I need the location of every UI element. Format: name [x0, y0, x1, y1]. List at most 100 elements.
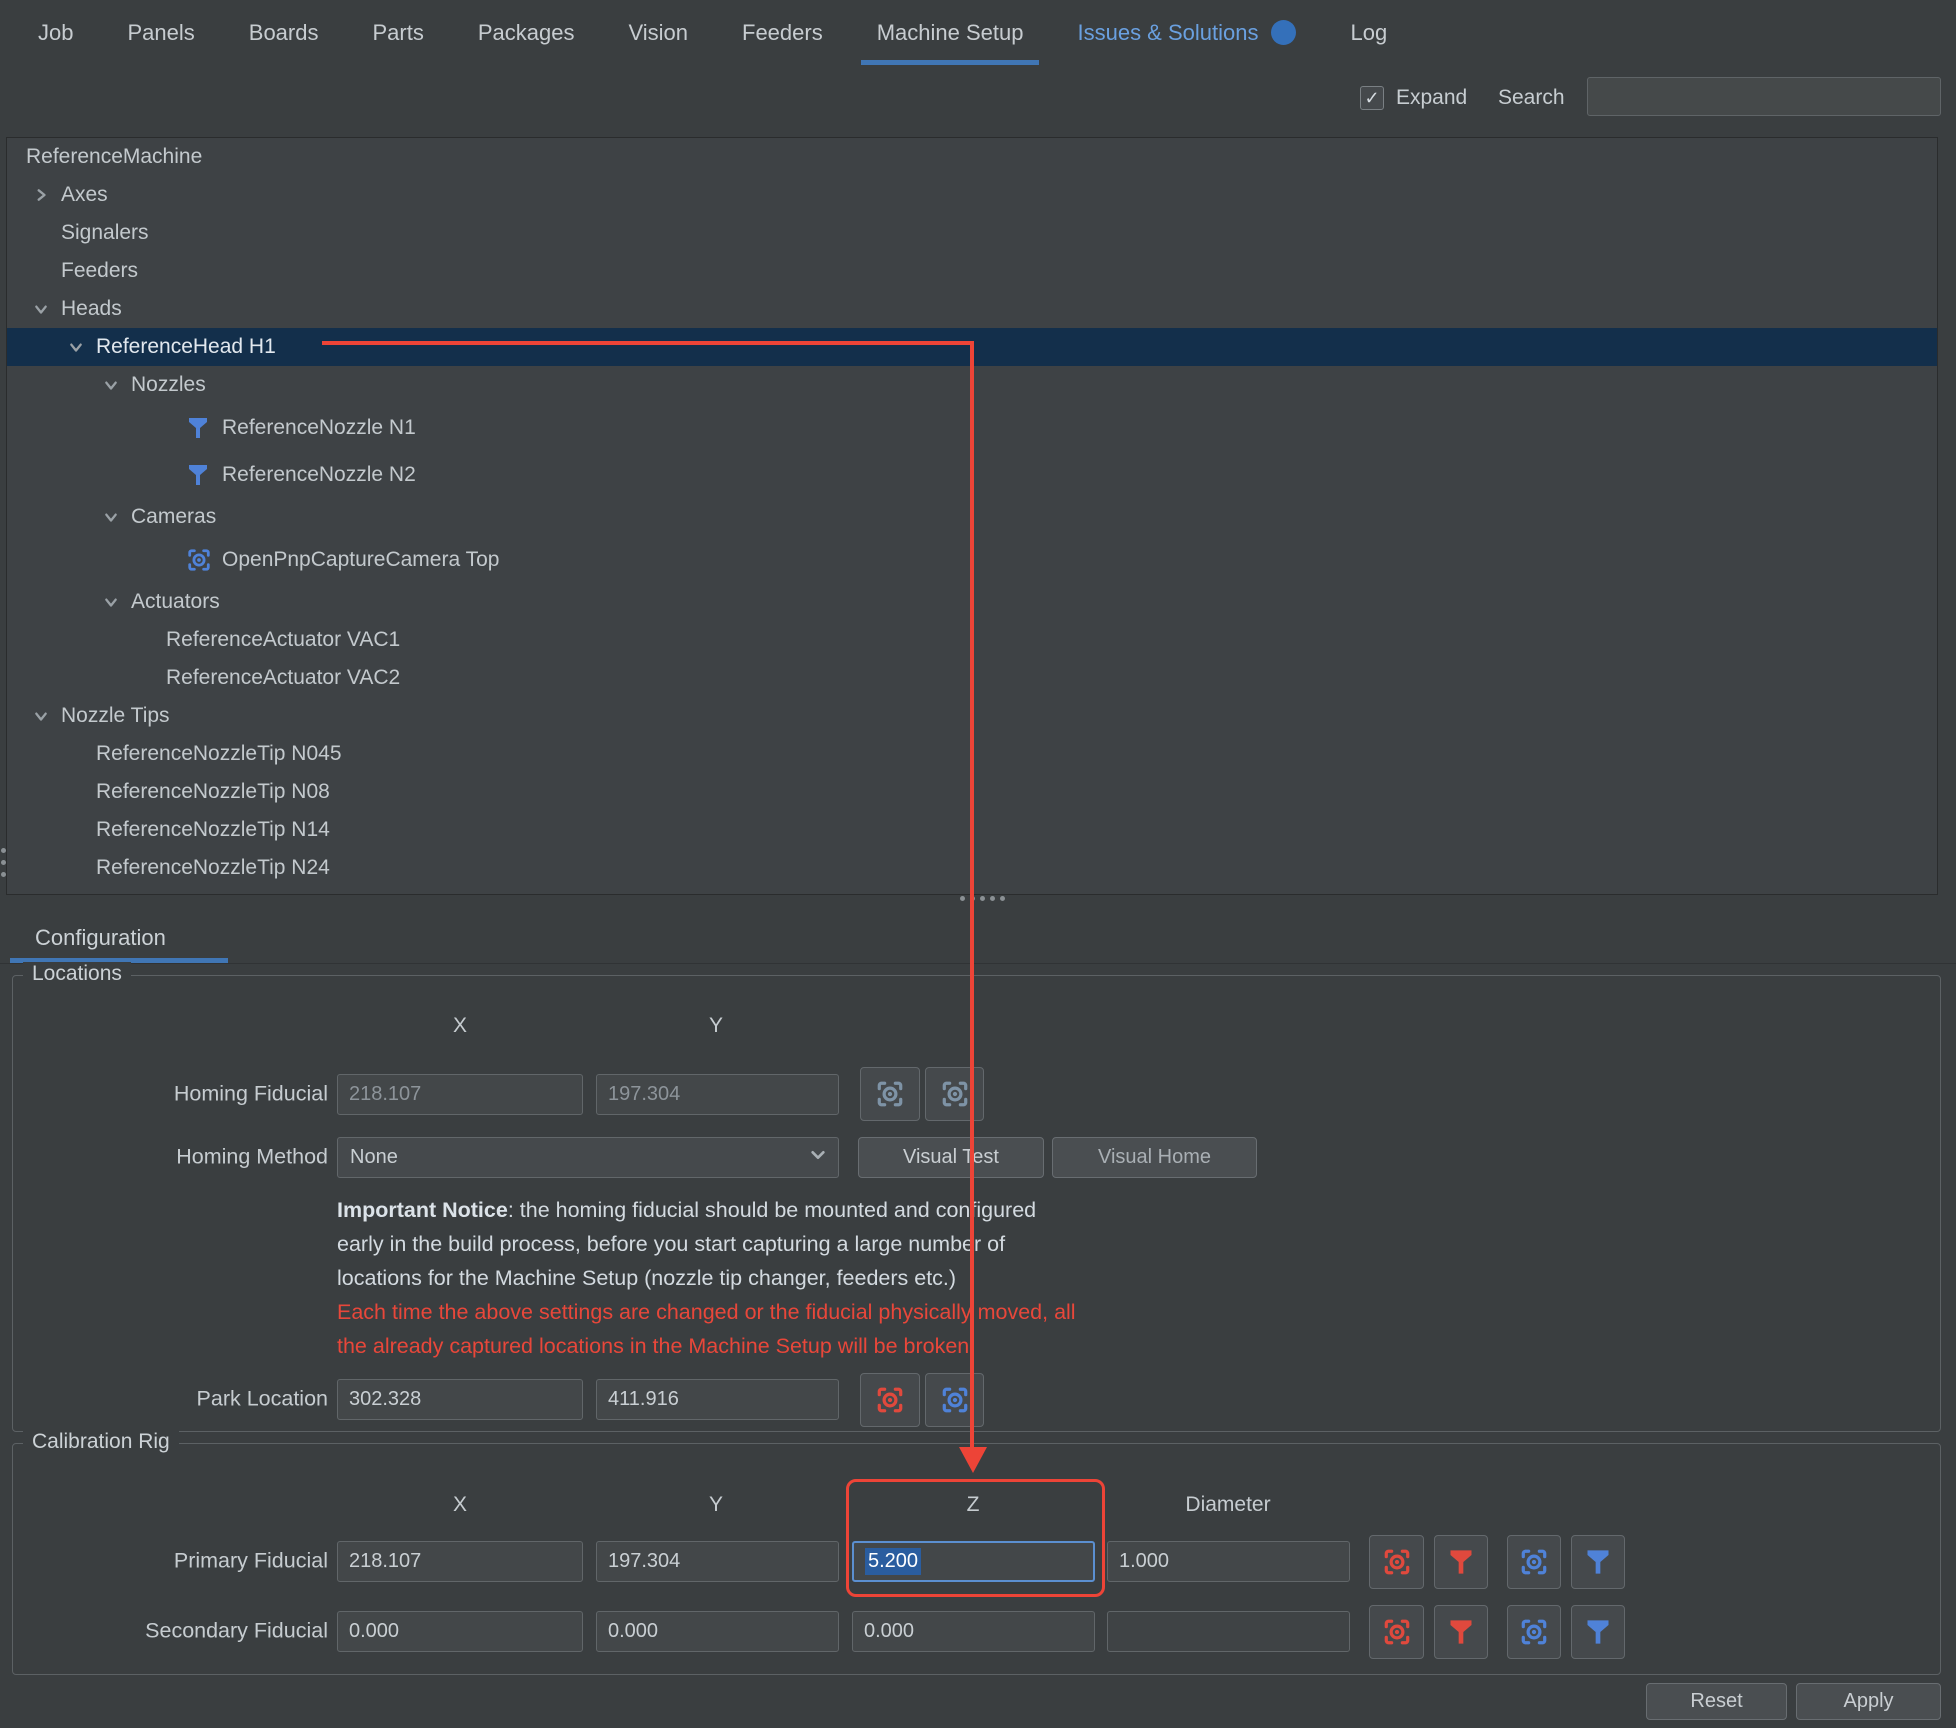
tree-item-referencenozzletip-n24[interactable]: ReferenceNozzleTip N24: [7, 849, 1937, 887]
primary-move-nozzle-button[interactable]: [1571, 1535, 1625, 1589]
tab-issues-solutions[interactable]: Issues & Solutions: [1061, 0, 1312, 65]
main-menubar: Job Panels Boards Parts Packages Vision Feeder…: [0, 0, 1956, 65]
chevron-down-icon[interactable]: [34, 709, 61, 723]
horizontal-splitter-grip[interactable]: [960, 896, 1005, 901]
search-input[interactable]: [1587, 77, 1941, 116]
tree-item-referencenozzle-n2[interactable]: ReferenceNozzle N2: [7, 451, 1937, 498]
apply-button[interactable]: Apply: [1796, 1683, 1941, 1720]
homing-method-dropdown[interactable]: None: [337, 1137, 839, 1178]
primary-fiducial-z-field[interactable]: 5.200: [852, 1541, 1095, 1582]
tree-item-axes[interactable]: Axes: [7, 176, 1937, 214]
tree-item-signalers[interactable]: Signalers: [7, 214, 1937, 252]
tree-item-actuators[interactable]: Actuators: [7, 583, 1937, 621]
tree-item-label: Cameras: [131, 505, 216, 529]
primary-fiducial-x-value: 218.107: [349, 1550, 421, 1573]
park-location-x-field[interactable]: 302.328: [337, 1379, 583, 1420]
secondary-fiducial-x-field[interactable]: 0.000: [337, 1611, 583, 1652]
secondary-fiducial-z-field[interactable]: 0.000: [852, 1611, 1095, 1652]
tree-item-referencehead-h1[interactable]: ReferenceHead H1: [7, 328, 1937, 366]
primary-move-camera-button[interactable]: [1507, 1535, 1561, 1589]
camera-icon: [186, 545, 212, 575]
tree-item-label: Axes: [61, 183, 108, 207]
park-location-y-field[interactable]: 411.916: [596, 1379, 839, 1420]
notice-line3: locations for the Machine Setup (nozzle …: [337, 1261, 1076, 1295]
capture-camera-icon: [875, 1079, 905, 1109]
tab-label: Log: [1350, 20, 1387, 46]
tab-vision[interactable]: Vision: [612, 0, 704, 65]
nozzle-icon: [186, 463, 212, 487]
tree-item-referenceactuator-vac1[interactable]: ReferenceActuator VAC1: [7, 621, 1937, 659]
tree-item-referencenozzle-n1[interactable]: ReferenceNozzle N1: [7, 404, 1937, 451]
machine-tree: ReferenceMachine Axes SignalersFeedersHead…: [6, 137, 1938, 895]
reset-button[interactable]: Reset: [1646, 1683, 1787, 1720]
tree-item-referencenozzletip-n08[interactable]: ReferenceNozzleTip N08: [7, 773, 1937, 811]
homing-fiducial-move-camera-button[interactable]: [925, 1067, 984, 1121]
tree-item-referenceactuator-vac2[interactable]: ReferenceActuator VAC2: [7, 659, 1937, 697]
homing-fiducial-x-field[interactable]: 218.107: [337, 1074, 583, 1115]
expand-checkbox[interactable]: ✓: [1360, 86, 1384, 110]
secondary-move-nozzle-button[interactable]: [1571, 1605, 1625, 1659]
tab-feeders[interactable]: Feeders: [726, 0, 839, 65]
tree-item-referencenozzletip-n045[interactable]: ReferenceNozzleTip N045: [7, 735, 1937, 773]
secondary-move-camera-button[interactable]: [1507, 1605, 1561, 1659]
capture-nozzle-z-icon: [1447, 1548, 1475, 1576]
tree-item-nozzle-tips[interactable]: Nozzle Tips: [7, 697, 1937, 735]
homing-fiducial-capture-camera-button[interactable]: [860, 1067, 920, 1121]
tree-item-heads[interactable]: Heads: [7, 290, 1937, 328]
tree-item-referencemachine[interactable]: ReferenceMachine: [7, 138, 1937, 176]
tab-packages[interactable]: Packages: [462, 0, 591, 65]
tree-item-cameras[interactable]: Cameras: [7, 498, 1937, 536]
park-capture-position-button[interactable]: [860, 1373, 920, 1427]
park-move-to-position-button[interactable]: [925, 1373, 984, 1427]
move-camera-icon: [940, 1079, 970, 1109]
tree-item-label: ReferenceNozzle N2: [222, 463, 416, 487]
secondary-fiducial-y-field[interactable]: 0.000: [596, 1611, 839, 1652]
chevron-down-icon[interactable]: [34, 302, 61, 316]
notice-warning-line1: Each time the above settings are changed…: [337, 1295, 1076, 1329]
calibration-rig-legend: Calibration Rig: [23, 1430, 179, 1454]
primary-capture-nozzle-z-button[interactable]: [1434, 1535, 1488, 1589]
tab-log[interactable]: Log: [1334, 0, 1403, 65]
primary-fiducial-y-field[interactable]: 197.304: [596, 1541, 839, 1582]
secondary-capture-camera-z-button[interactable]: [1369, 1605, 1424, 1659]
tree-item-feeders[interactable]: Feeders: [7, 252, 1937, 290]
tree-item-nozzles[interactable]: Nozzles: [7, 366, 1937, 404]
chevron-down-icon[interactable]: [104, 510, 131, 524]
tree-item-label: ReferenceActuator VAC2: [166, 666, 400, 690]
primary-fiducial-z-value: 5.200: [865, 1548, 921, 1575]
homing-fiducial-y-field[interactable]: 197.304: [596, 1074, 839, 1115]
tab-job[interactable]: Job: [22, 0, 89, 65]
tree-item-label: OpenPnpCaptureCamera Top: [222, 548, 499, 572]
tree-item-label: ReferenceNozzleTip N24: [96, 856, 330, 880]
primary-capture-camera-z-button[interactable]: [1369, 1535, 1424, 1589]
tab-parts[interactable]: Parts: [356, 0, 439, 65]
tab-panels[interactable]: Panels: [111, 0, 210, 65]
capture-camera-z-icon: [1382, 1547, 1412, 1577]
tree-item-referencenozzletip-n14[interactable]: ReferenceNozzleTip N14: [7, 811, 1937, 849]
secondary-fiducial-y-value: 0.000: [608, 1620, 658, 1643]
chevron-down-icon[interactable]: [69, 340, 96, 354]
tab-configuration[interactable]: Configuration: [35, 925, 166, 951]
left-splitter-grip[interactable]: [1, 848, 6, 877]
chevron-down-icon[interactable]: [104, 378, 131, 392]
secondary-fiducial-diameter-field[interactable]: [1107, 1611, 1350, 1652]
calibration-rig-group: Calibration Rig X Y Z Diameter Primary F…: [12, 1443, 1941, 1675]
tab-machine-setup[interactable]: Machine Setup: [861, 0, 1040, 65]
tab-boards[interactable]: Boards: [233, 0, 335, 65]
secondary-capture-nozzle-z-button[interactable]: [1434, 1605, 1488, 1659]
visual-test-button[interactable]: Visual Test: [858, 1137, 1044, 1178]
primary-fiducial-diameter-field[interactable]: 1.000: [1107, 1541, 1350, 1582]
expand-label: Expand: [1396, 86, 1467, 110]
calibration-col-x: X: [453, 1493, 467, 1517]
homing-notice-text: Important Notice: the homing fiducial sh…: [337, 1193, 1076, 1363]
primary-fiducial-y-value: 197.304: [608, 1550, 680, 1573]
tree-item-label: Nozzle Tips: [61, 704, 170, 728]
chevron-right-icon[interactable]: [34, 188, 61, 202]
tree-item-label: ReferenceNozzleTip N14: [96, 818, 330, 842]
chevron-down-icon[interactable]: [104, 595, 131, 609]
visual-home-button[interactable]: Visual Home: [1052, 1137, 1257, 1178]
primary-fiducial-x-field[interactable]: 218.107: [337, 1541, 583, 1582]
capture-position-icon: [875, 1385, 905, 1415]
tree-item-openpnpcapturecamera-top[interactable]: OpenPnpCaptureCamera Top: [7, 536, 1937, 583]
primary-fiducial-diameter-value: 1.000: [1119, 1550, 1169, 1573]
